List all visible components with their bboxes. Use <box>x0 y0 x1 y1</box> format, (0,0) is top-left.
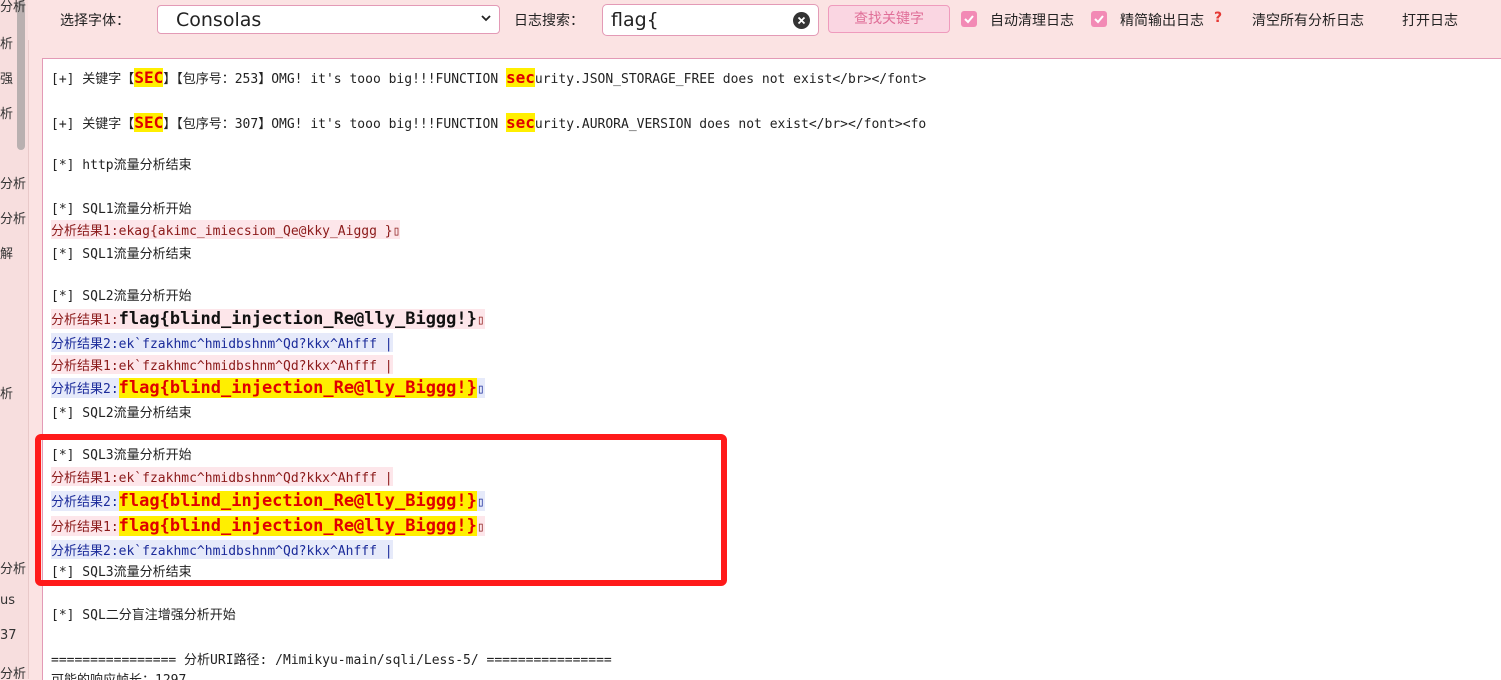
trail-mark: ▯ <box>392 224 401 239</box>
side-panel: 分析 析 强 析 分析 分析 解 析 分析 us 37 分析 <box>0 0 29 679</box>
compact-output-label[interactable]: 精简输出日志 <box>1120 10 1204 30</box>
flag-result: flag{blind_injection_Re@lly_Biggg!} <box>118 491 477 511</box>
log-text: [+] 关键字【 <box>51 72 135 87</box>
trail-mark: ▯ <box>476 520 485 535</box>
result-line-2: 分析结果2:flag{blind_injection_Re@lly_Biggg!… <box>51 378 485 398</box>
result-line-1: 分析结果1:ek`fzakhmc^hmidbshnm^Qd?kkx^Ahfff … <box>51 467 393 486</box>
log-line-keyword: [+] 关键字【SEC】【包序号：253】OMG! it's tooo big!… <box>51 68 926 87</box>
result-line-2: 分析结果2:flag{blind_injection_Re@lly_Biggg!… <box>51 491 485 511</box>
result-line-2: 分析结果2:ek`fzakhmc^hmidbshnm^Qd?kkx^Ahfff … <box>51 333 393 352</box>
result-label: 分析结果1: <box>51 224 119 239</box>
result-label: 分析结果1: <box>51 313 119 328</box>
trail-mark: ▯ <box>476 382 485 397</box>
font-select-value: Consolas <box>176 9 262 31</box>
find-keyword-button[interactable]: 查找关键字 <box>828 5 950 33</box>
result-line-1: 分析结果1:flag{blind_injection_Re@lly_Biggg!… <box>51 516 485 536</box>
result-value: ekag{akimc_imiecsiom_Qe@kky_Aiggg } <box>118 224 393 239</box>
flag-result: flag{blind_injection_Re@lly_Biggg!} <box>118 309 477 329</box>
trail-mark: ▯ <box>476 313 485 328</box>
open-log-button[interactable]: 打开日志 <box>1402 10 1458 30</box>
keyword-highlight: sec <box>506 113 535 132</box>
log-text: 】【包序号：307】OMG! it's tooo big!!!FUNCTION <box>163 117 506 132</box>
keyword-highlight: SEC <box>134 113 164 132</box>
log-line: ================ 分析URI路径: /Mimikyu-main/… <box>51 653 612 668</box>
check-icon <box>964 15 974 24</box>
search-input-value: flag{ <box>611 9 659 31</box>
help-icon[interactable]: ? <box>1214 10 1222 26</box>
log-line: [*] SQL3流量分析结束 <box>51 565 192 580</box>
sidebar-item[interactable]: 析 <box>0 33 13 52</box>
sidebar-item[interactable]: 37 <box>0 628 17 643</box>
search-label: 日志搜索： <box>514 13 584 29</box>
sidebar-item[interactable]: 分析 <box>0 173 26 192</box>
auto-clean-checkbox[interactable] <box>961 11 977 27</box>
sidebar-item[interactable]: 分析 <box>0 0 26 15</box>
log-line: [*] SQL3流量分析开始 <box>51 448 192 463</box>
log-line: [*] SQL1流量分析结束 <box>51 247 192 262</box>
sidebar-item[interactable]: 析 <box>0 103 13 122</box>
font-select[interactable]: Consolas <box>157 5 500 34</box>
clear-search-icon[interactable] <box>793 12 810 29</box>
log-text: urity.JSON_STORAGE_FREE does not exist</… <box>534 72 927 87</box>
log-line: [*] SQL1流量分析开始 <box>51 202 192 217</box>
log-text: 】【包序号：253】OMG! it's tooo big!!!FUNCTION <box>163 72 506 87</box>
result-label: 分析结果2: <box>51 382 119 397</box>
result-label: 分析结果2: <box>51 495 119 510</box>
log-line-keyword: [+] 关键字【SEC】【包序号：307】OMG! it's tooo big!… <box>51 113 926 132</box>
flag-result: flag{blind_injection_Re@lly_Biggg!} <box>118 378 477 398</box>
log-output-panel[interactable]: [+] 关键字【SEC】【包序号：253】OMG! it's tooo big!… <box>42 58 1501 680</box>
clear-all-logs-button[interactable]: 清空所有分析日志 <box>1252 10 1364 30</box>
sidebar-item[interactable]: 析 <box>0 383 13 402</box>
log-text: [+] 关键字【 <box>51 117 135 132</box>
compact-output-checkbox[interactable] <box>1091 11 1107 27</box>
log-line: [*] http流量分析结束 <box>51 158 192 173</box>
keyword-highlight: SEC <box>134 68 164 87</box>
sidebar-item[interactable]: 强 <box>0 68 13 87</box>
result-line-2: 分析结果2:ek`fzakhmc^hmidbshnm^Qd?kkx^Ahfff … <box>51 540 393 559</box>
flag-result: flag{blind_injection_Re@lly_Biggg!} <box>118 516 477 536</box>
sidebar-item[interactable]: 分析 <box>0 663 26 679</box>
log-text: urity.AURORA_VERSION does not exist</br>… <box>534 117 927 132</box>
sidebar-item[interactable]: us <box>0 593 15 608</box>
log-line: [*] SQL2流量分析结束 <box>51 406 192 421</box>
sidebar-item[interactable]: 解 <box>0 243 13 262</box>
sidebar-scrollbar-thumb[interactable] <box>17 0 25 150</box>
result-line-1: 分析结果1:ek`fzakhmc^hmidbshnm^Qd?kkx^Ahfff … <box>51 355 393 374</box>
auto-clean-label[interactable]: 自动清理日志 <box>990 10 1074 30</box>
toolbar: 选择字体： Consolas 日志搜索： flag{ 查找关键字 自动清理日志 … <box>28 0 1501 40</box>
trail-mark: ▯ <box>476 495 485 510</box>
keyword-highlight: sec <box>506 68 535 87</box>
font-label: 选择字体： <box>60 13 130 29</box>
log-line: [*] SQL2流量分析开始 <box>51 289 192 304</box>
sidebar-item[interactable]: 分析 <box>0 208 26 227</box>
chevron-down-icon <box>481 15 491 22</box>
result-line-1: 分析结果1:ekag{akimc_imiecsiom_Qe@kky_Aiggg … <box>51 220 401 239</box>
check-icon <box>1094 15 1104 24</box>
sidebar-item[interactable]: 分析 <box>0 558 26 577</box>
result-line-1: 分析结果1:flag{blind_injection_Re@lly_Biggg!… <box>51 309 485 329</box>
log-line: 可能的响应帧长：1297 <box>51 669 186 680</box>
log-line: [*] SQL二分盲注增强分析开始 <box>51 608 236 623</box>
search-input[interactable]: flag{ <box>602 4 819 36</box>
result-label: 分析结果1: <box>51 520 119 535</box>
